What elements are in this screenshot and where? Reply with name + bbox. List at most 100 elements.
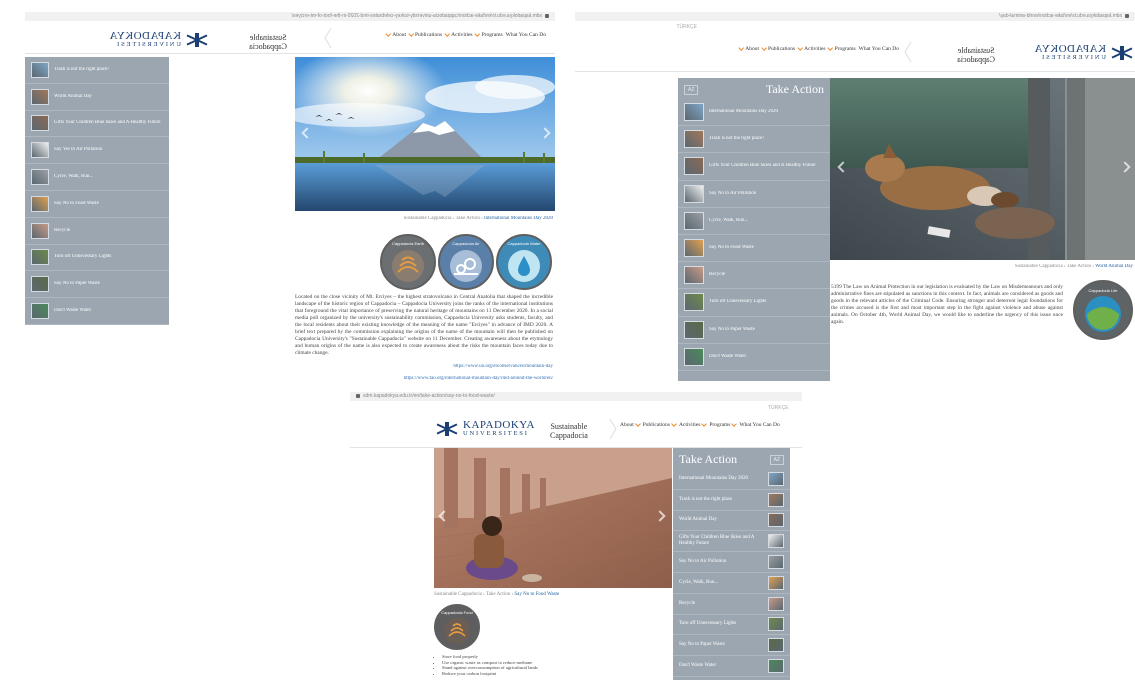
logo-icon <box>434 421 460 437</box>
sidebar-item-label: Recycle <box>54 227 71 233</box>
nav-programs[interactable]: Programs <box>709 421 738 428</box>
sidebar-thumbnail <box>31 222 49 239</box>
reference-link-2[interactable]: https://www.fao.org/international-mounta… <box>404 376 553 381</box>
sidebar-item[interactable]: Trash is not the right place! <box>678 126 830 154</box>
sidebar-item[interactable]: Turn off Unnecessary Lights <box>25 244 169 272</box>
chevron-down-icon <box>731 421 738 427</box>
take-action-sidebar: Take Action AZ International Mountains Da… <box>673 448 790 680</box>
sidebar-item[interactable]: Don't Waste Water <box>25 298 169 325</box>
nav-publications[interactable]: Publications <box>761 45 795 52</box>
nav-activities[interactable]: Activities <box>444 31 473 38</box>
sidebar-item-label: Say Yes to Air Pollution <box>54 147 103 153</box>
sidebar-item-label: Don't Waste Water <box>709 353 747 359</box>
sidebar-item[interactable]: Don't Waste Water <box>673 656 790 677</box>
reference-link-1[interactable]: https://www.un.org/en/observances/mounta… <box>453 364 553 369</box>
sidebar-item[interactable]: Say No to Air Pollution <box>678 180 830 208</box>
sidebar-item-label: International Mountains Day 2020 <box>709 109 779 115</box>
sidebar-thumbnail <box>684 157 704 176</box>
hero-image-food <box>434 448 672 588</box>
sidebar-thumbnail <box>768 513 784 528</box>
site-header: KAPADOKYA UNIVERSITESI Sustainable Cappado… <box>25 22 555 54</box>
nav-what-you-can-do[interactable]: What You Can Do <box>859 46 899 52</box>
site-logo[interactable]: KAPADOKYA UNIVERSITESI <box>109 30 210 49</box>
language-switch[interactable]: TÜRKÇE <box>676 24 697 30</box>
site-header: KAPADOKYA UNIVERSITESI Sustainable Cappado… <box>350 412 802 448</box>
sidebar-thumbnail <box>684 347 704 366</box>
sidebar-item[interactable]: Don't Waste Water <box>678 343 830 371</box>
hero-image-mountain <box>295 57 555 211</box>
sidebar-item[interactable]: Say No to Paper Waste <box>678 316 830 344</box>
chevron-down-icon <box>385 31 392 37</box>
sidebar-item[interactable]: Gifts Your Children Blue Skies and A Hea… <box>25 110 169 138</box>
sidebar-item-label: Gifts Your Children Blue Skies and A Hea… <box>709 163 816 169</box>
article-body: Located on the close vicinity of Mt. Erc… <box>295 294 553 356</box>
sidebar-item[interactable]: World Animal Day <box>25 83 169 111</box>
sidebar-thumbnail <box>684 130 704 149</box>
sidebar-item[interactable]: Say No to Food Waste <box>678 234 830 263</box>
nav-what-you-can-do[interactable]: What You Can Do <box>506 32 546 38</box>
sidebar-thumbnail <box>768 659 784 674</box>
sidebar-thumbnail <box>31 142 49 159</box>
site-logo[interactable]: KAPADOKYA UNIVERSITESI <box>1034 43 1135 62</box>
nav-activities[interactable]: Activities <box>797 45 826 52</box>
nav-publications[interactable]: Publications <box>643 421 677 428</box>
hero-image-dogs <box>830 78 1135 260</box>
sidebar-item[interactable]: Say No to Food Waste <box>25 190 169 218</box>
language-switch[interactable]: TÜRKÇE <box>768 405 789 411</box>
address-bar[interactable]: sdm.kapadokya.edu.tr/en/take-action/worl… <box>575 12 1135 21</box>
sidebar-item[interactable]: Trash is not the right place! <box>25 57 169 84</box>
site-logo[interactable]: KAPADOKYA UNIVERSITESI <box>434 420 535 438</box>
sidebar-item-label: Cycle, Walk, Run... <box>679 579 719 585</box>
lock-icon <box>1125 13 1129 18</box>
sidebar-thumbnail <box>768 596 784 611</box>
sidebar-thumbnail <box>768 534 784 549</box>
nav-about[interactable]: About <box>738 45 759 52</box>
sidebar-item[interactable]: International Mountains Day 2020 <box>673 469 790 490</box>
sidebar-item[interactable]: Gifts Your Children Blue Skies and A Hea… <box>673 531 790 553</box>
sidebar-item[interactable]: Recycle <box>673 594 790 615</box>
site-title[interactable]: Sustainable Cappadocia <box>957 46 995 64</box>
nav-activities[interactable]: Activities <box>679 421 708 428</box>
sidebar-item[interactable]: Say No to Paper Waste <box>25 271 169 299</box>
sidebar-item[interactable]: Cycle, Walk, Run... <box>673 573 790 594</box>
sidebar-item[interactable]: International Mountains Day 2020 <box>678 99 830 127</box>
site-header: KAPADOKYA UNIVERSITESI Sustainable Cappado… <box>575 32 1135 72</box>
sidebar-item[interactable]: Say No to Air Pollution <box>673 552 790 573</box>
sidebar-item[interactable]: Recycle <box>678 262 830 290</box>
sidebar-item[interactable]: Turn off Unnecessary Lights <box>673 615 790 636</box>
sidebar-thumbnail <box>768 471 784 486</box>
sort-az-button[interactable]: AZ <box>769 454 784 465</box>
tip-item: Reduce your carbon footprint <box>442 671 634 677</box>
sidebar-thumbnail <box>31 303 49 320</box>
site-title[interactable]: Sustainable Cappadocia <box>249 33 287 51</box>
sidebar-item[interactable]: Cycle, Walk, Run... <box>25 164 169 191</box>
sidebar-title: Take Action <box>679 452 738 466</box>
sidebar-item[interactable]: Cycle, Walk, Run... <box>678 207 830 235</box>
sidebar-item[interactable]: Trash is not the right place <box>673 490 790 511</box>
sidebar-thumbnail <box>684 320 704 339</box>
sidebar-thumbnail <box>684 184 704 203</box>
address-bar[interactable]: sdm.kapadokya.edu.tr/en/take-action/say-… <box>350 392 802 401</box>
nav-what-you-can-do[interactable]: What You Can Do <box>739 422 779 428</box>
header-divider-icon <box>609 418 617 440</box>
sidebar-item-label: Gifts Your Children Blue Skies and A Hea… <box>54 120 161 126</box>
main-nav: About Publications Activities Programs W… <box>620 421 780 428</box>
nav-programs[interactable]: Programs <box>474 31 503 38</box>
sidebar-item[interactable]: Gifts Your Children Blue Skies and A Hea… <box>678 153 830 181</box>
site-title[interactable]: Sustainable Cappadocia <box>550 422 588 440</box>
sidebar-item[interactable]: Turn off Unnecessary Lights <box>678 289 830 317</box>
sidebar-item[interactable]: Say No to Paper Waste <box>673 635 790 657</box>
sidebar-thumbnail <box>31 88 49 105</box>
sidebar-item-label: Say No to Food Waste <box>709 245 754 251</box>
sidebar-item[interactable]: World Animal Day <box>673 511 790 532</box>
sidebar-item[interactable]: Say Yes to Air Pollution <box>25 137 169 165</box>
sidebar-item-label: Say No to Paper Waste <box>709 326 755 332</box>
address-bar[interactable]: sdm.kapadokya.edu.tr/en/take-action/capp… <box>25 12 555 21</box>
nav-about[interactable]: About <box>385 31 406 38</box>
sidebar-item[interactable]: Recycle <box>25 217 169 245</box>
nav-about[interactable]: About <box>620 421 641 428</box>
nav-publications[interactable]: Publications <box>408 31 442 38</box>
sidebar-item-label: Trash is not the right place! <box>709 136 764 142</box>
nav-programs[interactable]: Programs <box>827 45 856 52</box>
sort-az-button[interactable]: AZ <box>684 84 699 95</box>
